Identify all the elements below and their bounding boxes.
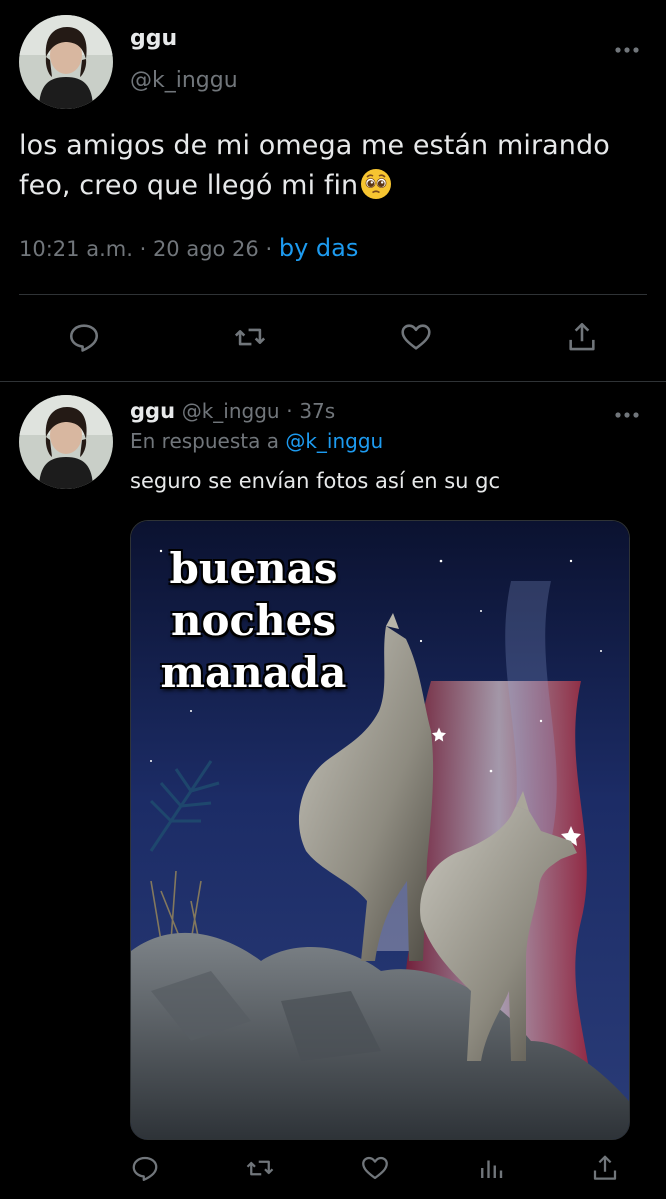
retweet-icon bbox=[246, 1160, 274, 1176]
tweet-time[interactable]: 10:21 a.m. bbox=[19, 237, 133, 261]
tweet-text-content: los amigos de mi omega me están mirando … bbox=[19, 130, 610, 201]
author-handle[interactable]: @k_inggu bbox=[130, 68, 238, 93]
reply-tweet[interactable]: ggu @k_inggu · 37s En respuesta a @k_ing… bbox=[0, 383, 666, 1199]
divider bbox=[19, 294, 647, 295]
author-display-name[interactable]: ggu bbox=[130, 26, 177, 51]
avatar[interactable] bbox=[19, 395, 113, 489]
tweet-timestamp: 10:21 a.m. · 20 ago 26 · by das bbox=[19, 234, 358, 262]
reply-header: ggu @k_inggu · 37s bbox=[130, 399, 335, 423]
like-button[interactable] bbox=[398, 320, 434, 354]
share-button[interactable] bbox=[565, 320, 599, 354]
tweet-separator bbox=[0, 381, 666, 382]
author-handle[interactable]: @k_inggu bbox=[182, 399, 280, 423]
replying-to-mention[interactable]: @k_inggu bbox=[285, 429, 383, 453]
tweet-image[interactable]: buenas noches manada bbox=[130, 520, 630, 1140]
more-horizontal-icon[interactable] bbox=[614, 40, 640, 53]
main-tweet: ggu @k_inggu los amigos de mi omega me e… bbox=[0, 0, 666, 380]
views-button[interactable] bbox=[476, 1153, 506, 1183]
image-caption-line: buenas bbox=[169, 544, 338, 593]
heart-icon bbox=[401, 324, 431, 350]
image-caption-line: manada bbox=[160, 648, 347, 697]
retweet-button[interactable] bbox=[232, 320, 268, 354]
tweet-age[interactable]: 37s bbox=[299, 399, 335, 423]
replying-to: En respuesta a @k_inggu bbox=[130, 429, 383, 453]
tweet-source-link[interactable]: by das bbox=[279, 234, 359, 262]
tweet-text: seguro se envían fotos así en su gc bbox=[130, 469, 501, 493]
share-icon bbox=[569, 322, 595, 351]
avatar[interactable] bbox=[19, 15, 113, 109]
retweet-icon bbox=[234, 328, 266, 346]
reply-button[interactable] bbox=[67, 320, 101, 354]
tweet-action-bar bbox=[0, 1153, 666, 1185]
meta-separator: · bbox=[139, 237, 147, 261]
more-horizontal-icon[interactable] bbox=[614, 405, 640, 418]
heart-icon bbox=[362, 1156, 388, 1180]
like-button[interactable] bbox=[360, 1153, 390, 1183]
analytics-icon bbox=[481, 1160, 503, 1178]
meta-separator: · bbox=[286, 399, 293, 423]
image-caption-line: noches bbox=[170, 596, 337, 645]
pleading-face-icon bbox=[360, 168, 392, 200]
tweet-action-bar bbox=[0, 320, 666, 356]
share-button[interactable] bbox=[590, 1153, 620, 1183]
replying-to-label: En respuesta a bbox=[130, 429, 279, 453]
share-icon bbox=[593, 1155, 617, 1180]
image-caption: buenas noches manada bbox=[131, 543, 376, 699]
reply-button[interactable] bbox=[130, 1153, 160, 1183]
tweet-date[interactable]: 20 ago 26 bbox=[153, 237, 259, 261]
reply-icon bbox=[69, 324, 99, 352]
retweet-button[interactable] bbox=[244, 1153, 276, 1183]
tweet-text: los amigos de mi omega me están mirando … bbox=[19, 126, 649, 206]
author-display-name[interactable]: ggu bbox=[130, 399, 175, 423]
reply-icon bbox=[132, 1156, 158, 1181]
meta-separator: · bbox=[265, 237, 273, 261]
